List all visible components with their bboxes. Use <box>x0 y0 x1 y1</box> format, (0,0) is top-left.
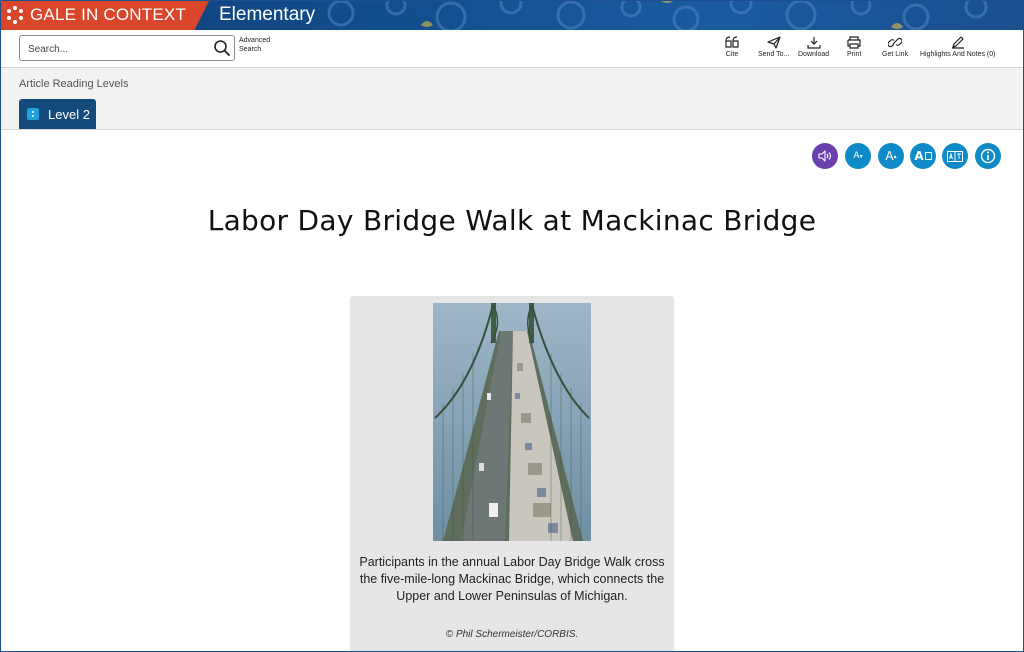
info-icon <box>980 148 996 164</box>
print-button[interactable]: Print <box>847 36 861 58</box>
gale-logo-icon <box>7 6 23 24</box>
article-title: Labor Day Bridge Walk at Mackinac Bridge <box>207 203 817 237</box>
advanced-search-line1: Advanced <box>239 37 271 44</box>
app-frame: GALE IN CONTEXT Elementary Advanced Sear… <box>0 0 1024 652</box>
advanced-search-line2: Search <box>239 46 262 53</box>
font-style-label: A <box>914 149 924 163</box>
download-icon <box>806 37 821 49</box>
send-to-label: Send To... <box>758 51 790 58</box>
translate-icon <box>947 150 963 162</box>
highlights-notes-label: Highlights And Notes (0) <box>920 51 996 58</box>
reading-level-bar: Article Reading Levels Level 2 <box>1 68 1023 130</box>
listen-button[interactable] <box>812 143 838 169</box>
search-icon[interactable] <box>212 38 232 58</box>
get-link-button[interactable]: Get Link <box>882 36 908 58</box>
increase-font-button[interactable]: A ▴ <box>878 143 904 169</box>
search-box <box>19 35 235 61</box>
print-icon <box>847 36 861 49</box>
bridge-photo[interactable] <box>433 303 591 541</box>
brand-block[interactable]: GALE IN CONTEXT <box>1 1 209 30</box>
edition-label: Elementary <box>219 4 316 25</box>
advanced-search-link[interactable]: Advanced Search <box>239 36 279 54</box>
get-link-label: Get Link <box>882 51 909 58</box>
download-button[interactable]: Download <box>798 36 829 58</box>
cite-label: Cite <box>725 51 739 58</box>
send-icon <box>767 36 781 49</box>
figure-caption: Participants in the annual Labor Day Bri… <box>359 555 665 603</box>
print-label: Print <box>847 51 862 58</box>
quote-icon <box>725 36 739 48</box>
more-options-icon <box>27 108 39 120</box>
send-to-button[interactable]: Send To... <box>758 36 789 58</box>
search-input[interactable] <box>26 39 215 59</box>
top-banner: GALE IN CONTEXT Elementary <box>1 1 1023 30</box>
level-selector[interactable]: Level 2 <box>19 99 96 129</box>
translate-button[interactable] <box>942 143 968 169</box>
link-icon <box>888 37 903 48</box>
info-button[interactable] <box>975 143 1001 169</box>
font-style-box-icon <box>924 152 932 160</box>
highlights-notes-button[interactable]: Highlights And Notes (0) <box>920 36 995 58</box>
pen-icon <box>951 36 964 49</box>
brand-name: GALE IN CONTEXT <box>30 5 187 24</box>
speaker-icon <box>818 150 832 162</box>
decrease-arrow-icon: ▾ <box>859 152 863 160</box>
figure-credit: © Phil Schermeister/CORBIS. <box>445 629 579 640</box>
cite-button[interactable]: Cite <box>725 36 739 58</box>
banner-decoration <box>327 1 988 30</box>
font-style-button[interactable]: A <box>910 143 936 169</box>
reading-levels-label: Article Reading Levels <box>19 78 129 90</box>
toolbar: Advanced Search Cite Send To... Download <box>1 30 1023 68</box>
decrease-font-button[interactable]: A ▾ <box>845 143 871 169</box>
download-label: Download <box>798 51 830 58</box>
increase-font-label: A <box>885 149 894 163</box>
level-label: Level 2 <box>48 107 90 122</box>
increase-arrow-icon: ▴ <box>893 152 897 160</box>
